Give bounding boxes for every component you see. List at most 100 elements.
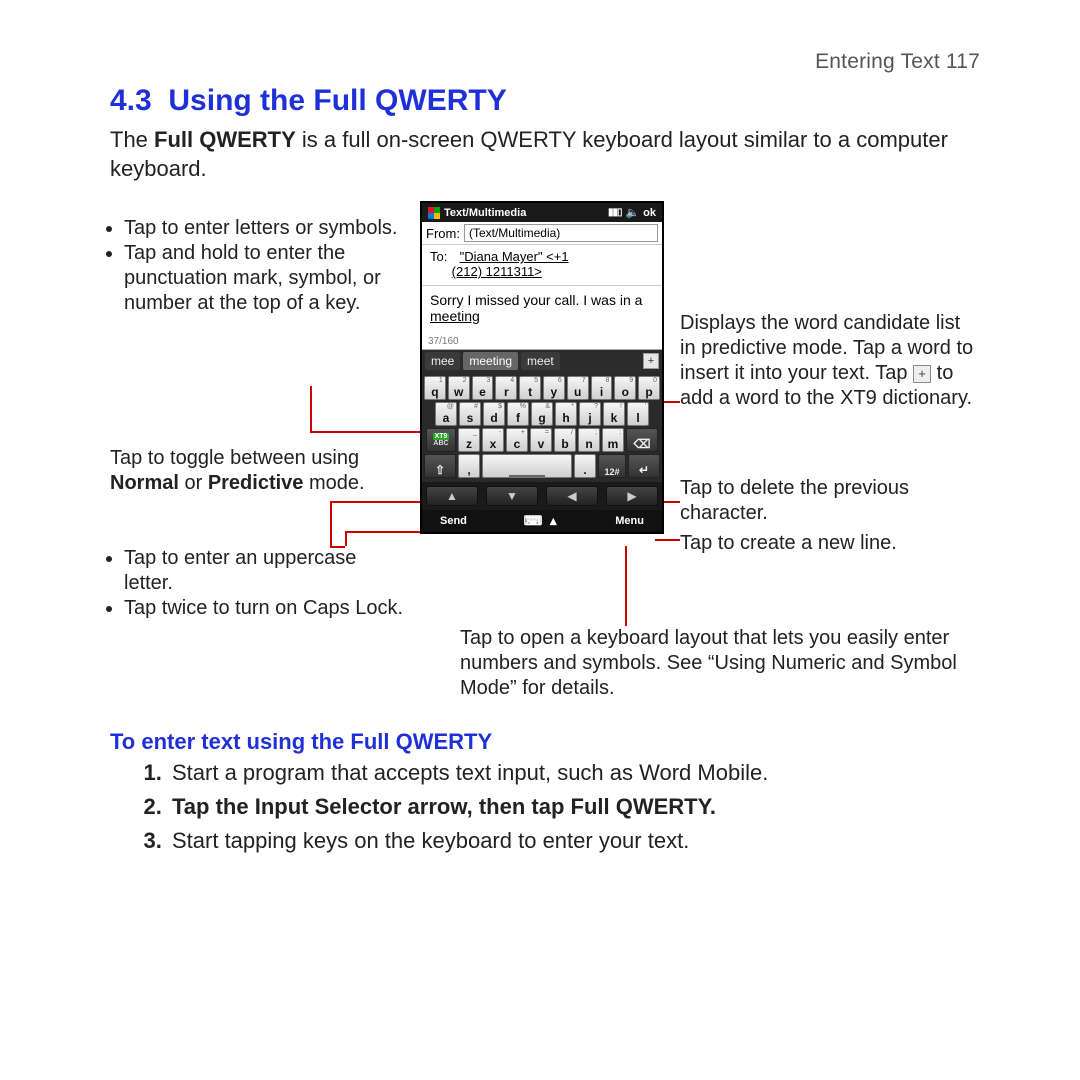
softkey-send[interactable]: Send: [440, 515, 467, 527]
callout-line: [330, 501, 332, 546]
running-header: Entering Text 117: [110, 50, 980, 74]
annotation-shift: Tap to enter an uppercase letter. Tap tw…: [110, 546, 410, 621]
from-value[interactable]: (Text/Multimedia): [464, 224, 658, 242]
dpad-row: ▲ ▼ ◀ ▶: [422, 482, 662, 510]
key-sup: -: [499, 429, 501, 436]
xt9-top-label: XT9: [433, 433, 450, 441]
arrow-down-key[interactable]: ▼: [486, 486, 538, 506]
key-l[interactable]: l': [627, 402, 649, 426]
figure-area: Tap to enter letters or symbols. Tap and…: [110, 201, 980, 721]
key-r[interactable]: r4: [495, 376, 517, 400]
add-word-button[interactable]: +: [643, 353, 659, 369]
key-h[interactable]: h*: [555, 402, 577, 426]
xt9-bot-label: ABC: [433, 440, 448, 448]
numeric-mode-key[interactable]: 12#: [598, 454, 626, 478]
key-x[interactable]: x-: [482, 428, 504, 452]
arrow-up-key[interactable]: ▲: [426, 486, 478, 506]
key-sup: ': [645, 403, 646, 410]
section-intro: The Full QWERTY is a full on-screen QWER…: [110, 126, 980, 183]
candidate-word-selected[interactable]: meeting: [463, 352, 518, 370]
candidate-word[interactable]: meet: [521, 352, 560, 370]
key-s[interactable]: s#: [459, 402, 481, 426]
backspace-key[interactable]: ⌫: [626, 428, 658, 452]
from-label: From:: [426, 226, 460, 241]
comma-key[interactable]: ,: [458, 454, 480, 478]
period-key[interactable]: .: [574, 454, 596, 478]
key-sup: 2: [463, 377, 467, 384]
annotation-mode-toggle: Tap to toggle between using Normal or Pr…: [110, 446, 410, 496]
key-z[interactable]: z_: [458, 428, 480, 452]
xt9-toggle-key[interactable]: XT9 ABC: [426, 428, 456, 452]
key-g[interactable]: g&: [531, 402, 553, 426]
s2e: .: [710, 794, 716, 819]
ann-capslock: Tap twice to turn on Caps Lock.: [124, 596, 410, 621]
key-j[interactable]: j?: [579, 402, 601, 426]
arrow-right-key[interactable]: ▶: [606, 486, 658, 506]
arrow-left-key[interactable]: ◀: [546, 486, 598, 506]
key-n[interactable]: n;: [578, 428, 600, 452]
key-a[interactable]: a@: [435, 402, 457, 426]
input-selector-icon[interactable]: ⌨ ▴: [524, 513, 559, 529]
annotation-keys: Tap to enter letters or symbols. Tap and…: [110, 216, 400, 316]
phone-mockup: Text/Multimedia ▮▮▯🔈 ok From: (Text/Multi…: [420, 201, 664, 534]
key-sup: 9: [629, 377, 633, 384]
signal-icon: ▮▮▯: [608, 207, 622, 218]
key-sup: _: [473, 429, 477, 436]
key-k[interactable]: k!: [603, 402, 625, 426]
key-sup: #: [474, 403, 478, 410]
key-sup: +: [521, 429, 525, 436]
key-sup: 4: [510, 377, 514, 384]
key-p[interactable]: p0: [638, 376, 660, 400]
key-q[interactable]: q1: [424, 376, 446, 400]
candidate-word[interactable]: mee: [425, 352, 460, 370]
key-o[interactable]: o9: [614, 376, 636, 400]
key-i[interactable]: i8: [591, 376, 613, 400]
ann-uppercase: Tap to enter an uppercase letter.: [124, 546, 410, 596]
softkey-menu[interactable]: Menu: [615, 515, 644, 527]
ann-mode-a: Tap to toggle between using: [110, 447, 359, 469]
key-f[interactable]: f%: [507, 402, 529, 426]
key-y[interactable]: y6: [543, 376, 565, 400]
status-title: Text/Multimedia: [444, 207, 526, 219]
key-sup: ?: [594, 403, 598, 410]
section-number: 4.3: [110, 84, 152, 117]
key-t[interactable]: t5: [519, 376, 541, 400]
callout-line: [345, 531, 347, 546]
key-w[interactable]: w2: [448, 376, 470, 400]
shift-key[interactable]: ⇧: [424, 454, 456, 478]
to-value-1[interactable]: "Diana Mayer" <+1: [460, 249, 569, 264]
ann-mode-d: Predictive: [208, 472, 304, 494]
enter-key[interactable]: ↵: [628, 454, 660, 478]
step-1: Start a program that accepts text input,…: [168, 757, 980, 789]
key-sup: *: [571, 403, 574, 410]
status-bar: Text/Multimedia ▮▮▯🔈 ok: [422, 203, 662, 222]
key-e[interactable]: e3: [472, 376, 494, 400]
speaker-icon: 🔈: [625, 206, 639, 219]
key-b[interactable]: b/: [554, 428, 576, 452]
section-title: Using the Full QWERTY: [168, 84, 506, 117]
callout-line: [655, 539, 680, 541]
key-v[interactable]: v=: [530, 428, 552, 452]
key-row-4: ⇧ , . 12# ↵: [424, 454, 660, 478]
key-row-2: a@s#d$f%g&h*j?k!l': [424, 402, 660, 426]
key-sup: ;: [595, 429, 597, 436]
ok-button[interactable]: ok: [643, 207, 656, 219]
key-m[interactable]: m:: [602, 428, 624, 452]
callout-line: [330, 546, 345, 548]
key-sup: %: [520, 403, 526, 410]
annotation-enter: Tap to create a new line.: [680, 531, 980, 556]
key-c[interactable]: c+: [506, 428, 528, 452]
callout-line: [310, 386, 312, 431]
key-sup: &: [545, 403, 550, 410]
key-sup: :: [619, 429, 621, 436]
key-d[interactable]: d$: [483, 402, 505, 426]
key-u[interactable]: u7: [567, 376, 589, 400]
s2b: Input Selector: [255, 794, 402, 819]
space-key[interactable]: [482, 454, 572, 478]
intro-bold: Full QWERTY: [154, 127, 296, 152]
s2a: Tap the: [172, 794, 255, 819]
message-body[interactable]: Sorry I missed your call. I was in a mee…: [422, 286, 662, 336]
from-row: From: (Text/Multimedia): [422, 222, 662, 245]
key-sup: 8: [605, 377, 609, 384]
to-value-2[interactable]: (212) 1211311>: [452, 264, 542, 279]
